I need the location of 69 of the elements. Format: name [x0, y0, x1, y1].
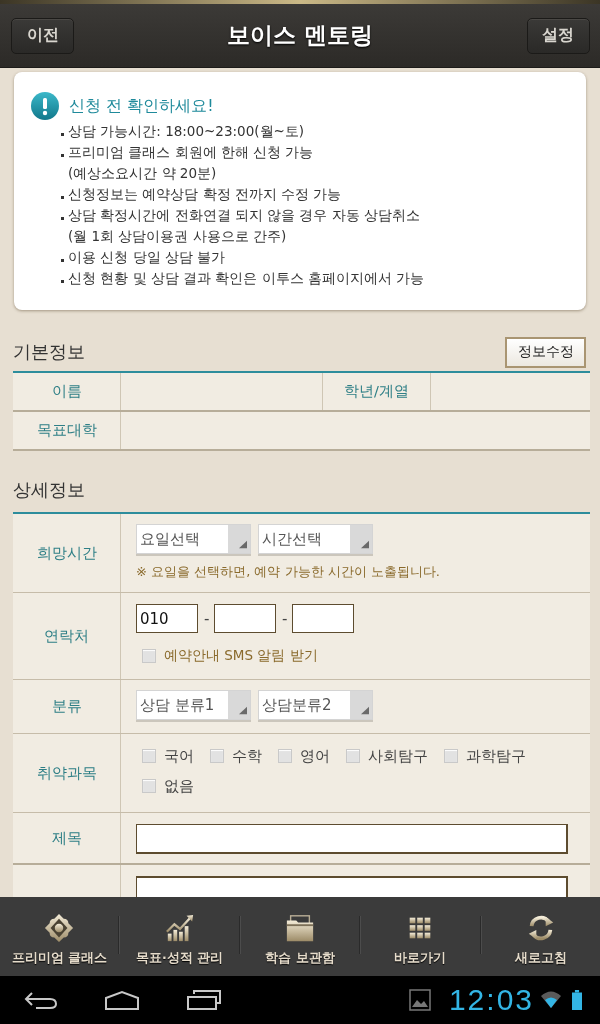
- checkbox-label: 과학탐구: [466, 746, 526, 766]
- page-title: 보이스 멘토링: [227, 21, 374, 50]
- checkbox[interactable]: [142, 779, 156, 793]
- field-label: 목표대학: [36, 421, 97, 440]
- dropdown[interactable]: 상담분류2: [258, 690, 373, 720]
- dash-text: -: [204, 609, 208, 628]
- notice-text: 상담 가능시간: 18:00~23:00(월~토): [68, 122, 305, 141]
- field-label: 학년/계열: [344, 382, 409, 401]
- section-title: 상세정보: [13, 478, 85, 502]
- settings-button[interactable]: 설정: [527, 17, 590, 54]
- notice-text: 신청정보는 예약상담 확정 전까지 수정 가능: [68, 185, 342, 204]
- checkbox-label: 국어: [164, 746, 194, 766]
- dropdown[interactable]: 요일선택: [136, 524, 251, 554]
- checkbox[interactable]: [444, 749, 458, 763]
- checkbox[interactable]: [346, 749, 360, 763]
- notice-text: 이용 신청 당일 상담 불가: [68, 248, 226, 267]
- image-icon: [408, 989, 431, 1011]
- checkbox[interactable]: [142, 649, 156, 663]
- checkbox-label: 사회탐구: [368, 746, 428, 766]
- section-title: 기본정보: [13, 340, 85, 364]
- phone-input[interactable]: [214, 604, 276, 633]
- back-button[interactable]: 이전: [11, 17, 74, 54]
- checkbox-label: 수학: [232, 746, 262, 766]
- bullet-icon: [61, 280, 64, 283]
- clock-time: 12:03: [448, 983, 534, 1017]
- field-label: 제목: [51, 828, 82, 848]
- notice-text: 상담 확정시간에 전화연결 되지 않을 경우 자동 상담취소 (월 1회 상담이용권 사용으로 간주): [68, 206, 421, 246]
- notice-title: 신청 전 확인하세요!: [69, 95, 214, 117]
- nav-button[interactable]: 새로고침: [481, 897, 600, 976]
- phone-input[interactable]: [292, 604, 354, 633]
- content-textarea[interactable]: [136, 876, 568, 897]
- checkbox-label: 예약안내 SMS 알림 받기: [164, 647, 318, 665]
- notice-text: 신청 현황 및 상담 결과 확인은 이투스 홈페이지에서 가능: [68, 269, 425, 288]
- checkbox[interactable]: [210, 749, 224, 763]
- bullet-icon: [61, 133, 64, 136]
- dropdown[interactable]: 상담 분류1: [136, 690, 251, 720]
- edit-info-button[interactable]: 정보수정: [505, 336, 586, 368]
- field-label: 이름: [51, 382, 82, 401]
- bullet-icon: [61, 259, 64, 262]
- phone-input[interactable]: 010: [136, 604, 198, 633]
- notice-text: 프리미엄 클래스 회원에 한해 신청 가능 (예상소요시간 약 20분): [68, 143, 314, 183]
- recent-apps-icon[interactable]: [186, 989, 222, 1011]
- chart-icon: [164, 913, 195, 943]
- dropdown[interactable]: 시간선택: [258, 524, 373, 554]
- back-icon[interactable]: [24, 990, 58, 1010]
- nav-button[interactable]: 학습 보관함: [240, 897, 360, 976]
- title-input[interactable]: [136, 824, 568, 854]
- folder-icon: [285, 913, 315, 943]
- nav-button[interactable]: 목표·성적 관리: [120, 897, 239, 976]
- home-icon[interactable]: [104, 990, 140, 1010]
- bullet-icon: [61, 217, 64, 220]
- checkbox-label: 없음: [164, 776, 194, 796]
- alert-icon: [31, 92, 59, 120]
- checkbox[interactable]: [142, 749, 156, 763]
- field-label: 연락처: [44, 626, 89, 646]
- checkbox[interactable]: [278, 749, 292, 763]
- dash-text: -: [282, 609, 286, 628]
- bullet-icon: [61, 196, 64, 199]
- emblem-icon: [44, 913, 75, 943]
- bullet-icon: [61, 154, 64, 157]
- field-label: 취약과목: [36, 763, 97, 783]
- field-label: 분류: [51, 697, 82, 716]
- battery-icon: [572, 989, 582, 1011]
- hint-text: ※ 요일을 선택하면, 예약 가능한 시간이 노출됩니다.: [136, 563, 441, 581]
- checkbox-label: 영어: [300, 746, 330, 766]
- wifi-icon: [540, 990, 562, 1010]
- field-label: 희망시간: [36, 543, 97, 563]
- nav-button[interactable]: 프리미엄 클래스: [0, 897, 119, 976]
- nav-button[interactable]: 바로가기: [361, 897, 480, 976]
